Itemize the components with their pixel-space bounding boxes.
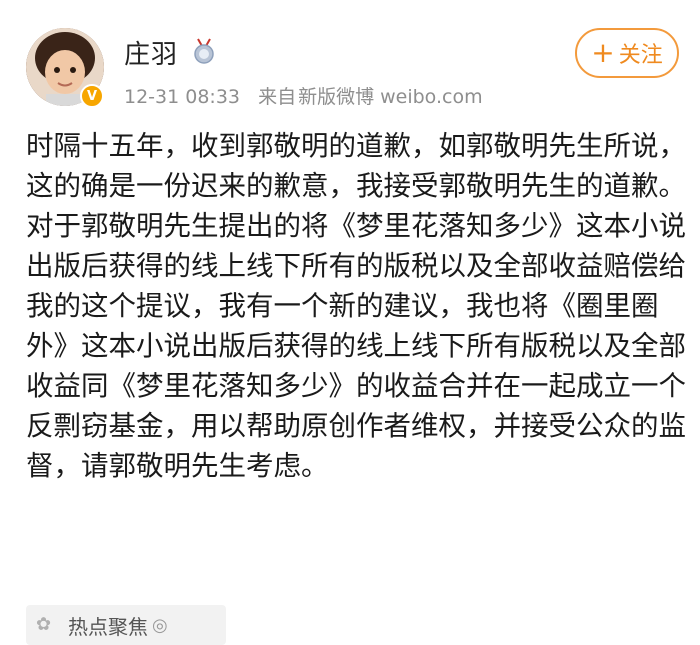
post-time: 12-31 08:33 [124, 86, 241, 108]
post-source[interactable]: 新版微博 weibo.com [298, 86, 483, 108]
follow-button[interactable]: + 关注 [575, 28, 679, 78]
source-prefix: 来自 [258, 86, 297, 108]
post-meta: 12-31 08:33 来自 新版微博 weibo.com [124, 82, 495, 109]
plus-icon: + [591, 36, 615, 69]
post-paragraph: 对于郭敬明先生提出的将《梦里花落知多少》这本小说出版后获得的线上线下所有的版税以… [26, 210, 686, 482]
topic-icon: ✿ [36, 614, 52, 635]
topic-tag[interactable]: ✿ 热点聚焦 ◎ [26, 605, 226, 645]
author-name[interactable]: 庄羽 [124, 34, 178, 71]
follow-label: 关注 [618, 43, 663, 68]
verified-icon: V [80, 84, 104, 108]
post-text: 时隔十五年，收到郭敬明的道歉，如郭敬明先生所说，这的确是一份迟来的歉意，我接受郭… [26, 126, 686, 486]
post-paragraph: 时隔十五年，收到郭敬明的道歉，如郭敬明先生所说，这的确是一份迟来的歉意，我接受郭… [26, 130, 686, 202]
topic-label: 热点聚焦 [68, 614, 148, 639]
search-icon: ◎ [152, 614, 168, 636]
post-header: V 庄羽 12-31 08:33 来自 新版微博 weibo.com + 关注 [0, 0, 700, 120]
medal-icon[interactable] [192, 38, 216, 64]
